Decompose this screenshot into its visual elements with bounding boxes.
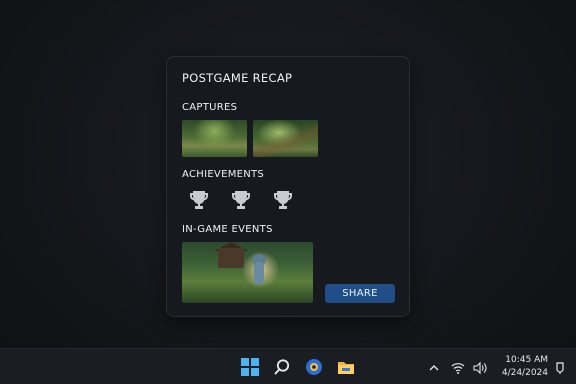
share-button[interactable]: SHARE [325, 284, 395, 303]
clock-date: 4/24/2024 [501, 368, 548, 378]
hut [218, 248, 244, 268]
windows-start-icon[interactable] [241, 358, 259, 376]
clock[interactable]: 10:45 AM 4/24/2024 [498, 354, 548, 380]
clock-time: 10:45 AM [505, 355, 548, 365]
trophy-icon[interactable] [229, 188, 253, 212]
trophy-icon[interactable] [271, 188, 295, 212]
notification-icon[interactable] [553, 360, 567, 374]
captures-label: CAPTURES [182, 102, 238, 113]
search-icon[interactable] [273, 358, 291, 376]
achievements-list [187, 188, 307, 214]
event-thumbnail[interactable] [182, 242, 313, 303]
volume-icon[interactable] [473, 360, 487, 375]
chevron-up-icon[interactable] [427, 360, 441, 374]
character [254, 262, 264, 284]
wifi-icon[interactable] [451, 360, 465, 374]
achievements-label: ACHIEVEMENTS [182, 169, 265, 180]
capture-thumbnail-2[interactable] [253, 120, 318, 157]
postgame-recap-panel: POSTGAME RECAP CAPTURES ACHIEVEMENTS IN-… [166, 56, 410, 317]
taskbar: 10:45 AM 4/24/2024 [0, 348, 576, 384]
in-game-events-label: IN-GAME EVENTS [182, 224, 273, 235]
app-icon[interactable] [305, 358, 323, 376]
panel-title: POSTGAME RECAP [182, 71, 293, 85]
trophy-icon[interactable] [187, 188, 211, 212]
file-explorer-icon[interactable] [337, 358, 355, 376]
capture-thumbnail-1[interactable] [182, 120, 247, 157]
